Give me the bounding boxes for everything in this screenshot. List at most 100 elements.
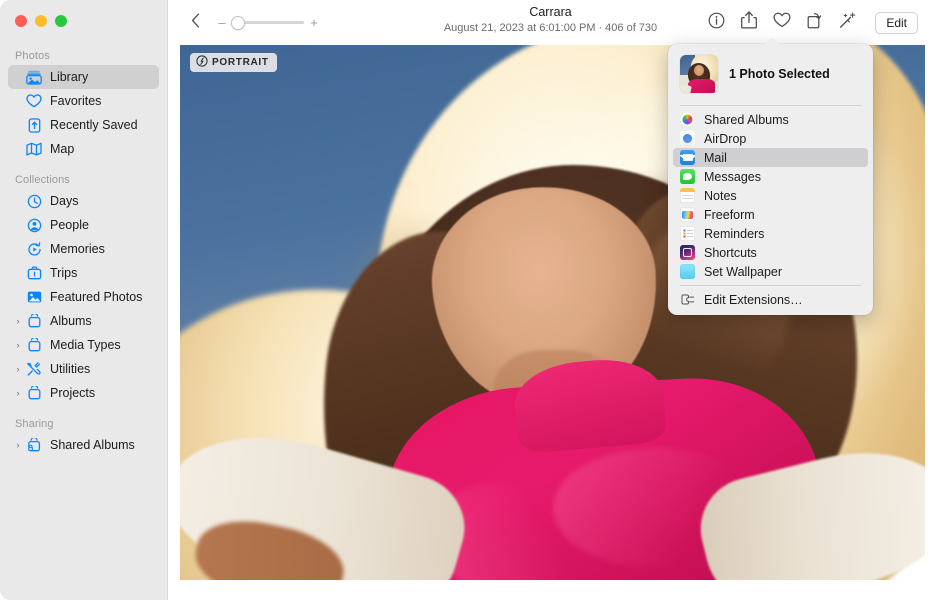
info-icon <box>708 12 725 34</box>
window-controls <box>15 15 67 27</box>
chevron-right-icon[interactable]: › <box>12 381 24 405</box>
photo-index: 406 of 730 <box>605 22 657 34</box>
sidebar: Photos Library <box>0 0 168 600</box>
photo-date: August 21, 2023 at 6:01:00 PM <box>444 22 596 34</box>
sidebar-scroll-area[interactable]: Photos Library <box>0 46 167 600</box>
chevron-left-icon <box>191 13 200 33</box>
share-item-label: Mail <box>704 151 727 165</box>
sidebar-item-memories[interactable]: Memories <box>8 237 159 261</box>
sidebar-item-label: Days <box>50 194 78 208</box>
share-item-messages[interactable]: Messages <box>673 167 868 186</box>
sidebar-item-label: Shared Albums <box>50 438 135 452</box>
freeform-app-icon <box>680 207 695 222</box>
clock-icon <box>24 191 44 211</box>
shortcuts-app-icon <box>680 245 695 260</box>
heart-icon <box>24 91 44 111</box>
chevron-right-icon[interactable]: › <box>12 433 24 457</box>
chevron-right-icon[interactable]: › <box>12 357 24 381</box>
share-item-shortcuts[interactable]: Shortcuts <box>673 243 868 262</box>
zoom-in-label[interactable]: + <box>309 16 319 29</box>
zoom-out-label[interactable]: – <box>217 16 227 29</box>
sidebar-item-featured-photos[interactable]: Featured Photos <box>8 285 159 309</box>
close-window-button[interactable] <box>15 15 27 27</box>
sidebar-item-label: Projects <box>50 386 95 400</box>
share-item-notes[interactable]: Notes <box>673 186 868 205</box>
messages-app-icon <box>680 169 695 184</box>
shared-albums-app-icon <box>680 112 695 127</box>
chevron-right-icon[interactable]: › <box>12 309 24 333</box>
notes-app-icon <box>680 188 695 203</box>
person-icon <box>24 215 44 235</box>
chevron-right-icon[interactable]: › <box>12 333 24 357</box>
popover-arrow <box>763 36 781 45</box>
popover-title: 1 Photo Selected <box>729 67 830 81</box>
thumbnail-sleeve <box>680 84 692 93</box>
share-item-mail[interactable]: Mail <box>673 148 868 167</box>
share-item-label: Shared Albums <box>704 113 789 127</box>
info-button[interactable] <box>705 12 727 34</box>
suitcase-icon <box>24 263 44 283</box>
share-button[interactable] <box>738 12 760 34</box>
extensions-icon <box>680 292 695 307</box>
sidebar-item-map[interactable]: Map <box>8 137 159 161</box>
share-item-freeform[interactable]: Freeform <box>673 205 868 224</box>
sidebar-spacer <box>0 405 167 414</box>
zoom-slider[interactable]: – + <box>217 16 319 29</box>
sidebar-item-label: Trips <box>50 266 77 280</box>
share-item-label: Set Wallpaper <box>704 265 782 279</box>
sidebar-item-label: People <box>50 218 89 232</box>
share-item-label: Freeform <box>704 208 755 222</box>
sidebar-item-projects[interactable]: › Projects <box>8 381 159 405</box>
sidebar-item-label: Memories <box>50 242 105 256</box>
sidebar-item-people[interactable]: People <box>8 213 159 237</box>
sidebar-item-label: Albums <box>50 314 92 328</box>
utilities-icon <box>24 359 44 379</box>
edit-button[interactable]: Edit <box>875 12 918 34</box>
share-item-shared-albums[interactable]: Shared Albums <box>673 110 868 129</box>
back-button[interactable] <box>185 13 205 33</box>
recently-saved-icon <box>24 115 44 135</box>
map-icon <box>24 139 44 159</box>
portrait-badge-label: PORTRAIT <box>212 57 269 68</box>
favorite-button[interactable] <box>771 12 793 34</box>
sidebar-item-trips[interactable]: Trips <box>8 261 159 285</box>
sidebar-item-days[interactable]: Days <box>8 189 159 213</box>
portrait-badge[interactable]: PORTRAIT <box>190 53 277 72</box>
featured-photos-icon <box>24 287 44 307</box>
sidebar-item-utilities[interactable]: › Utilities <box>8 357 159 381</box>
shared-album-icon <box>24 435 44 455</box>
popover-divider <box>680 105 861 106</box>
share-item-edit-extensions[interactable]: Edit Extensions… <box>673 290 868 309</box>
share-item-label: Notes <box>704 189 737 203</box>
zoom-slider-knob[interactable] <box>231 16 245 30</box>
sidebar-section-photos-title: Photos <box>0 46 167 65</box>
sidebar-item-label: Media Types <box>50 338 121 352</box>
sidebar-item-shared-albums[interactable]: › Shared Albums <box>8 433 159 457</box>
share-icon <box>741 11 757 34</box>
share-popover: 1 Photo Selected Shared Albums AirDrop M… <box>668 44 873 315</box>
share-item-set-wallpaper[interactable]: Set Wallpaper <box>673 262 868 281</box>
heart-icon <box>773 12 791 33</box>
sidebar-item-label: Featured Photos <box>50 290 142 304</box>
set-wallpaper-icon <box>680 264 695 279</box>
share-item-reminders[interactable]: Reminders <box>673 224 868 243</box>
thumbnail-garment <box>688 79 715 93</box>
subtitle-separator: · <box>596 22 606 34</box>
share-item-airdrop[interactable]: AirDrop <box>673 129 868 148</box>
sidebar-item-recently-saved[interactable]: Recently Saved <box>8 113 159 137</box>
share-item-label: AirDrop <box>704 132 746 146</box>
maximize-window-button[interactable] <box>55 15 67 27</box>
sidebar-item-albums[interactable]: › Albums <box>8 309 159 333</box>
toolbar-actions: Edit <box>705 0 918 45</box>
sidebar-spacer <box>0 161 167 170</box>
sidebar-item-media-types[interactable]: › Media Types <box>8 333 159 357</box>
mail-app-icon <box>680 150 695 165</box>
photo-bottom-edge <box>180 580 925 590</box>
zoom-slider-track[interactable] <box>232 21 304 24</box>
sidebar-item-favorites[interactable]: Favorites <box>8 89 159 113</box>
sidebar-item-label: Library <box>50 70 88 84</box>
minimize-window-button[interactable] <box>35 15 47 27</box>
sidebar-item-library[interactable]: Library <box>8 65 159 89</box>
enhance-button[interactable] <box>837 12 859 34</box>
rotate-button[interactable] <box>804 12 826 34</box>
